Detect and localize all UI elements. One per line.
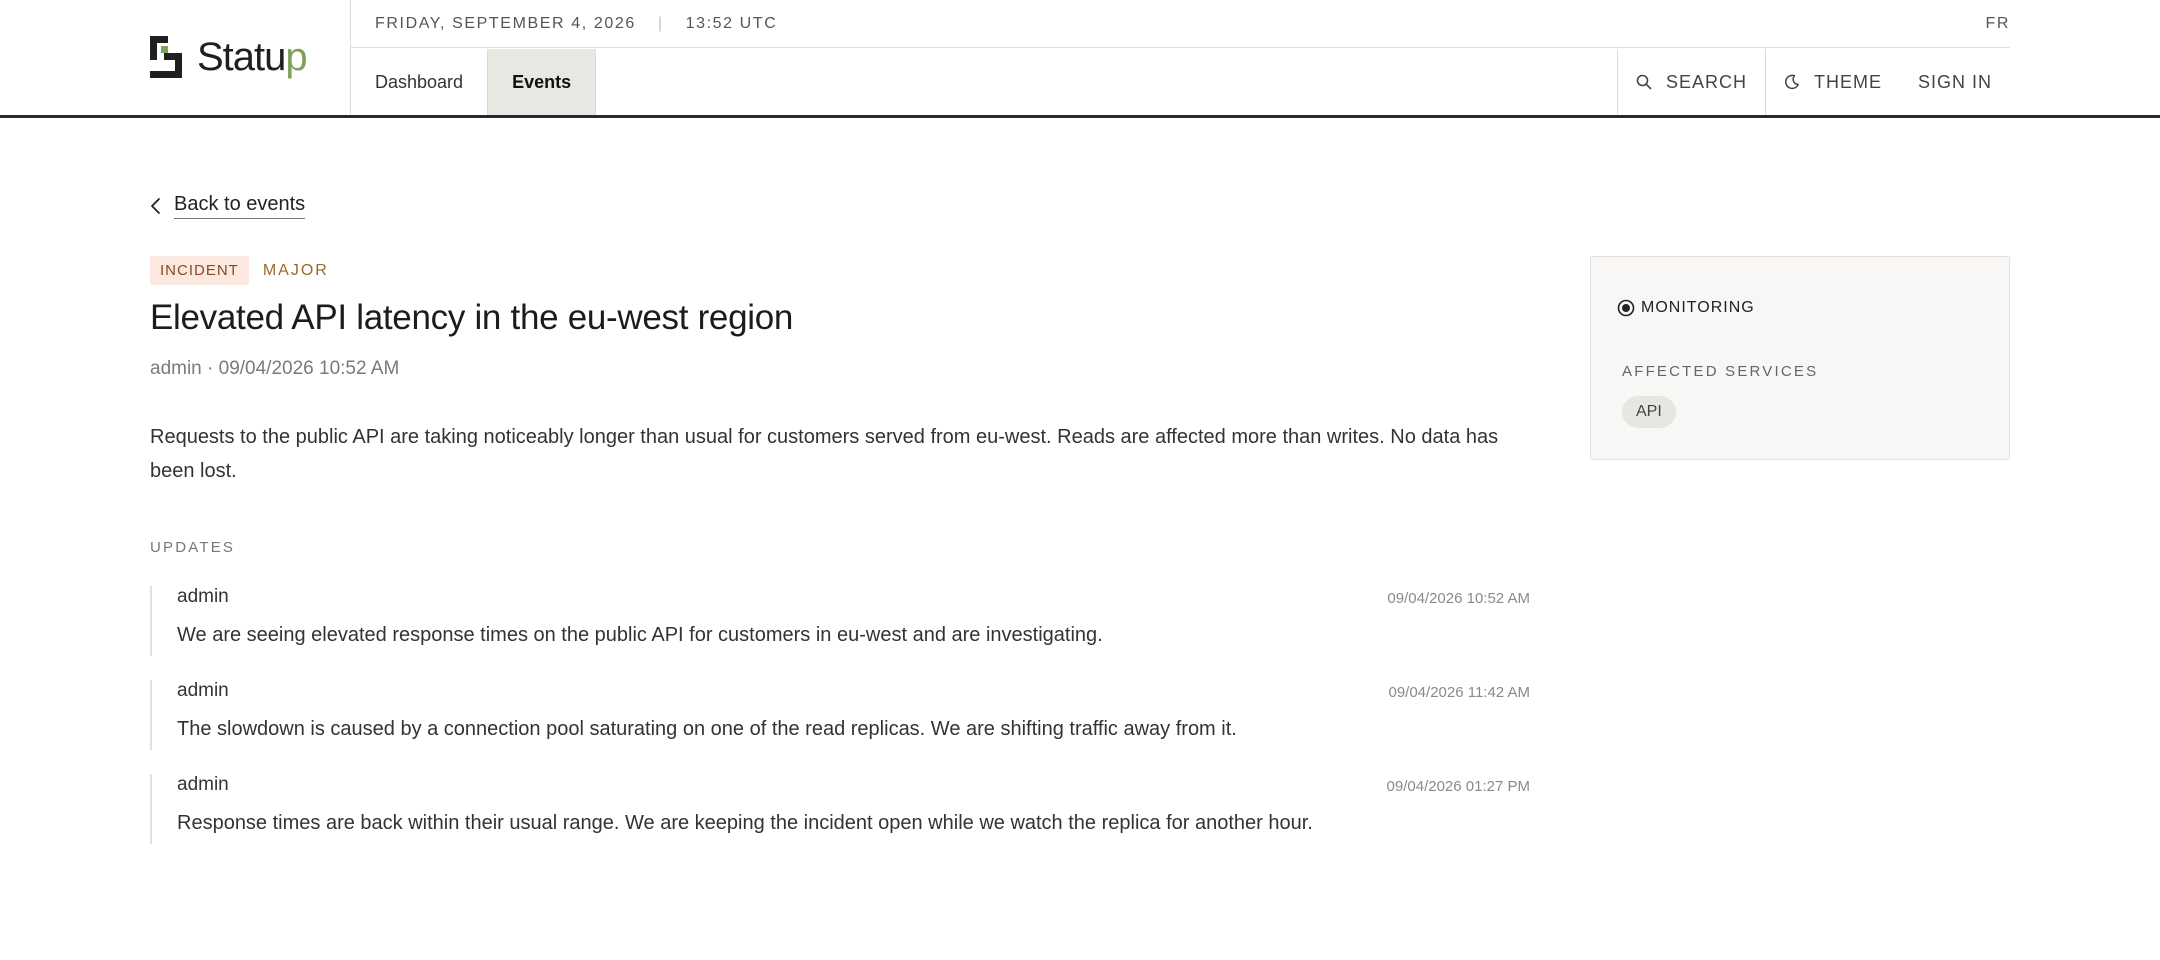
status-label: MONITORING — [1641, 299, 1755, 316]
event-meta: admin · 09/04/2026 10:52 AM — [150, 358, 400, 379]
brand-logo[interactable]: Statup — [150, 35, 308, 79]
update-item: admin 09/04/2026 01:27 PM Response times… — [150, 774, 1530, 844]
search-icon — [1636, 74, 1652, 90]
current-time: 13:52 UTC — [685, 15, 778, 32]
moon-icon — [1784, 74, 1799, 90]
event-status: MONITORING — [1617, 299, 1755, 317]
update-item: admin 09/04/2026 11:42 AM The slowdown i… — [150, 680, 1530, 750]
header-actions: SEARCH THEME SIGN IN — [1616, 49, 2010, 115]
datetime-separator: | — [657, 15, 664, 32]
event-description: Requests to the public API are taking no… — [150, 426, 1499, 482]
logo-mark-icon — [150, 36, 182, 78]
update-timestamp: 09/04/2026 10:52 AM — [1387, 590, 1530, 607]
event-title: Elevated API latency in the eu-west regi… — [150, 298, 794, 337]
event-tags: INCIDENT MAJOR — [150, 256, 329, 285]
updates-heading: UPDATES — [150, 539, 236, 556]
theme-button[interactable]: THEME — [1764, 49, 1900, 115]
update-text: Response times are back within their usu… — [177, 812, 1313, 834]
event-type-badge: INCIDENT — [150, 256, 249, 285]
event-status-panel: MONITORING AFFECTED SERVICES API — [1590, 256, 2010, 460]
update-item: admin 09/04/2026 10:52 AM We are seeing … — [150, 586, 1530, 656]
search-button[interactable]: SEARCH — [1616, 49, 1765, 115]
top-info-bar: FRIDAY, SEPTEMBER 4, 2026 | 13:52 UTC FR — [351, 0, 2010, 48]
back-link-label: Back to events — [174, 193, 306, 219]
service-chip-api[interactable]: API — [1622, 396, 1676, 428]
radio-dot-icon — [1617, 299, 1635, 317]
tab-dashboard[interactable]: Dashboard — [351, 49, 489, 115]
affected-services-heading: AFFECTED SERVICES — [1622, 363, 1819, 380]
main-nav: Dashboard Events — [351, 49, 597, 115]
tab-events[interactable]: Events — [488, 49, 597, 115]
severity-badge: MAJOR — [262, 261, 329, 279]
current-date: FRIDAY, SEPTEMBER 4, 2026 — [375, 15, 636, 32]
update-text: The slowdown is caused by a connection p… — [177, 718, 1237, 740]
back-to-events-link[interactable]: Back to events — [150, 193, 306, 219]
update-timestamp: 09/04/2026 01:27 PM — [1386, 778, 1530, 795]
update-author: admin — [177, 774, 229, 795]
update-text: We are seeing elevated response times on… — [177, 624, 1103, 646]
search-label: SEARCH — [1665, 71, 1747, 92]
update-author: admin — [177, 680, 229, 701]
theme-label: THEME — [1813, 71, 1882, 92]
brand-name: Statup — [197, 35, 308, 79]
chevron-left-icon — [151, 198, 160, 214]
update-timestamp: 09/04/2026 11:42 AM — [1388, 684, 1530, 701]
language-switch[interactable]: FR — [1985, 15, 2010, 33]
sign-in-button[interactable]: SIGN IN — [1900, 49, 2010, 115]
current-datetime: FRIDAY, SEPTEMBER 4, 2026 | 13:52 UTC — [375, 15, 777, 33]
site-header: Statup FRIDAY, SEPTEMBER 4, 2026 | 13:52… — [0, 0, 2160, 118]
update-author: admin — [177, 586, 229, 607]
